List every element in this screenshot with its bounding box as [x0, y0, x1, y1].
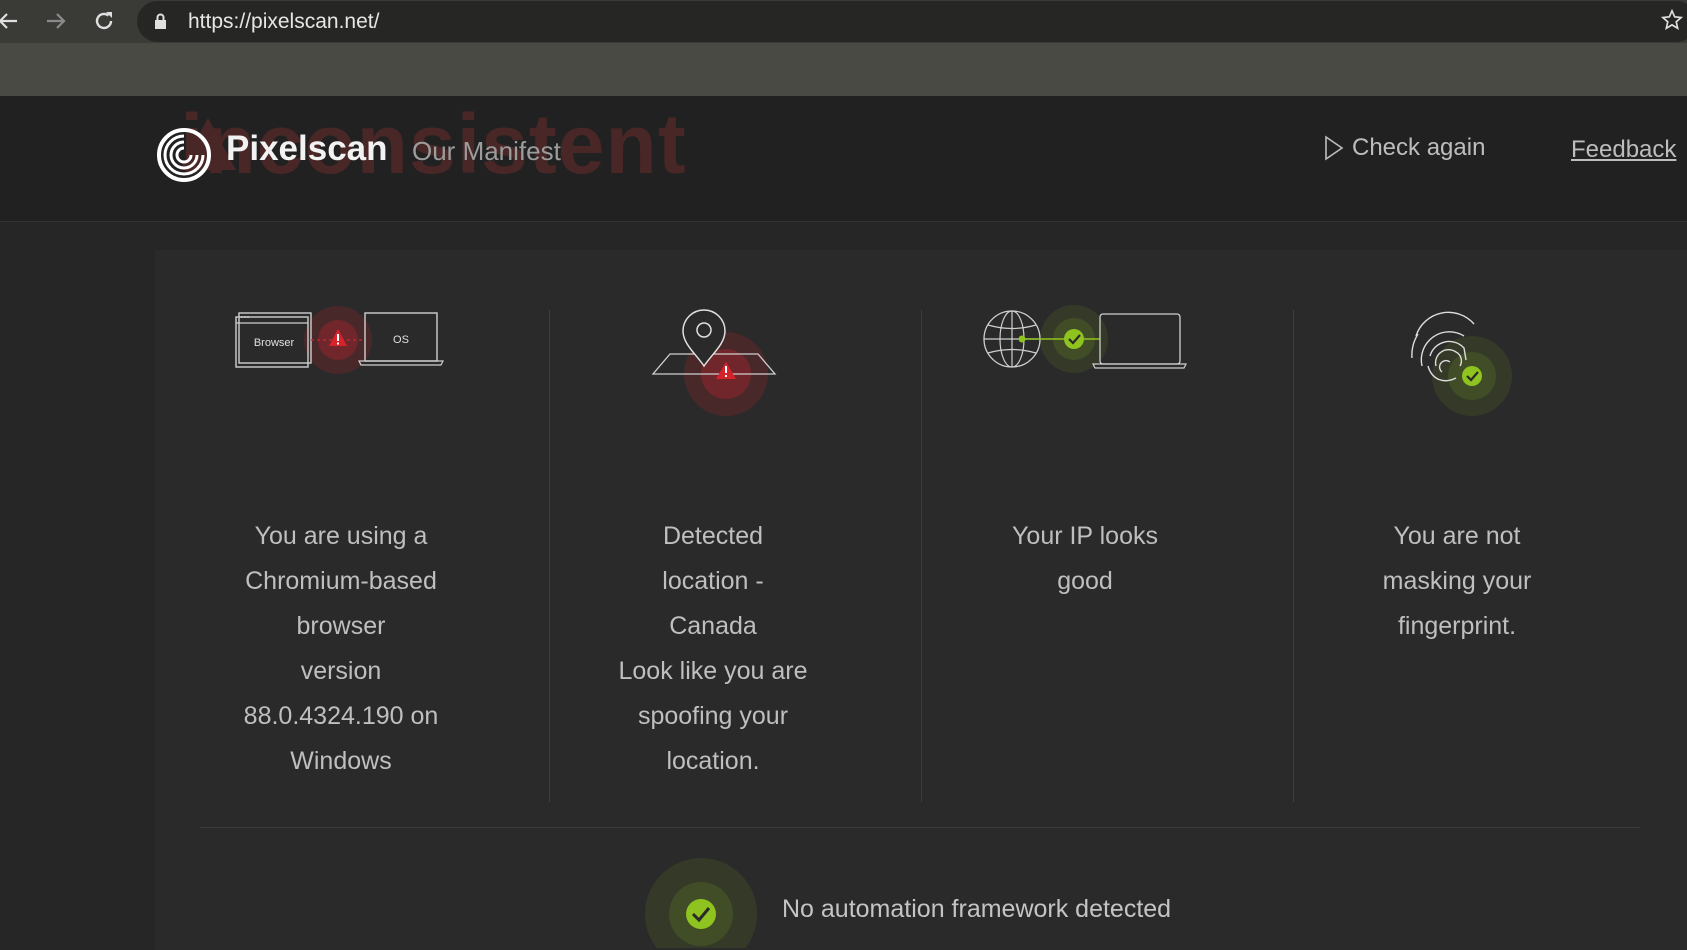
reload-icon[interactable]: [90, 7, 118, 35]
manifest-link[interactable]: Our Manifest: [412, 136, 561, 167]
svg-text:OS: OS: [393, 334, 409, 346]
back-icon[interactable]: [0, 7, 22, 35]
check-again-label: Check again: [1352, 134, 1486, 161]
section-divider: [200, 827, 1640, 828]
browser-os-warning-icon: Browser OS: [155, 302, 527, 432]
svg-text:Browser: Browser: [254, 337, 295, 349]
fingerprint-text: You are not masking your fingerprint.: [1382, 522, 1532, 640]
site-header: inconsistent Pixelscan Our Manifest Chec…: [0, 96, 1687, 222]
location-text: Detected location - Canada Look like you…: [618, 522, 808, 775]
forward-icon[interactable]: [42, 7, 70, 35]
star-icon[interactable]: [1660, 8, 1684, 36]
ip-text: Your IP looks good: [1012, 522, 1158, 595]
automation-status-text: No automation framework detected: [782, 895, 1172, 923]
address-bar[interactable]: https://pixelscan.net/: [137, 1, 1687, 42]
check-again-button[interactable]: Check again: [1324, 134, 1485, 162]
location-warning-icon: [527, 308, 899, 438]
feedback-link[interactable]: Feedback: [1571, 136, 1676, 164]
results-card: Browser OS You are using a Chromium-base…: [155, 250, 1687, 950]
url-text: https://pixelscan.net/: [188, 10, 380, 33]
automation-check-icon: [645, 858, 757, 948]
play-icon: [1325, 135, 1344, 161]
browser-os-result: Browser OS You are using a Chromium-base…: [155, 250, 527, 802]
ip-check-icon: [899, 302, 1271, 432]
browser-toolbar: https://pixelscan.net/: [0, 0, 1687, 43]
pixelscan-logo-icon[interactable]: [156, 127, 212, 183]
ip-result: Your IP looks good: [899, 250, 1271, 802]
lock-icon: [154, 13, 167, 35]
brand-name[interactable]: Pixelscan: [226, 129, 388, 169]
fingerprint-result: You are not masking your fingerprint.: [1271, 250, 1643, 802]
location-result: Detected location - Canada Look like you…: [527, 250, 899, 802]
fingerprint-check-icon: [1271, 306, 1643, 436]
bookmarks-bar: [0, 43, 1687, 96]
browser-os-text: You are using a Chromium-based browser v…: [243, 522, 439, 775]
